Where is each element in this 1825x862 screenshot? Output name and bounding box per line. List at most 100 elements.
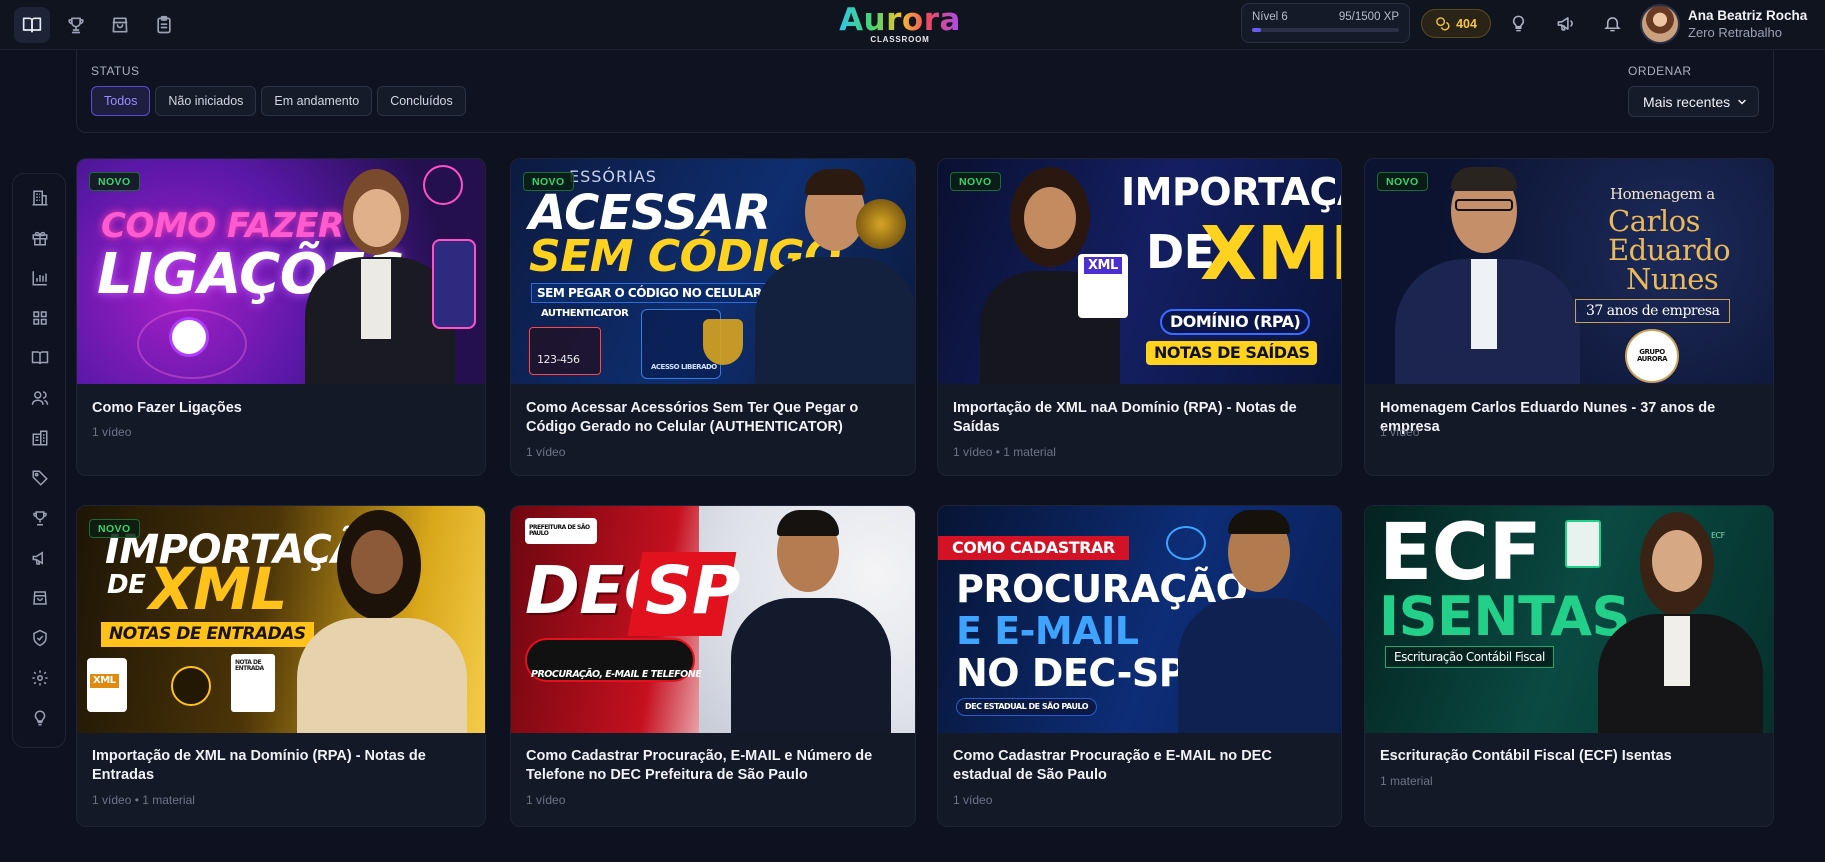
- thumb-text: DOMÍNIO (RPA): [1160, 309, 1311, 335]
- course-meta: 1 vídeo • 1 material: [953, 445, 1056, 459]
- course-card[interactable]: COMO FAZER LIGAÇÕES NOVO Como Fazer Liga…: [76, 158, 486, 476]
- thumb-text: AUTHENTICATOR: [541, 308, 629, 319]
- megaphone-icon[interactable]: [1553, 11, 1577, 35]
- course-thumbnail: PREFEITURA DE SÃO PAULO DEC SP PROCURAÇÃ…: [511, 506, 915, 733]
- thumb-text: DE: [107, 570, 146, 600]
- order-label: ORDENAR: [1628, 64, 1692, 78]
- xp-bar: [1252, 28, 1399, 32]
- xp-bar-fill: [1252, 28, 1262, 32]
- course-meta: 1 vídeo: [526, 793, 566, 807]
- header-actions: [1506, 11, 1624, 35]
- trophy-icon[interactable]: [58, 7, 94, 43]
- users-icon[interactable]: [30, 388, 50, 408]
- thumb-text: Nunes: [1626, 262, 1719, 296]
- course-thumbnail: COMO FAZER LIGAÇÕES: [77, 159, 485, 384]
- presenter-image: [277, 506, 477, 733]
- coins-value: 404: [1456, 16, 1477, 31]
- course-card[interactable]: COMO CADASTRAR PROCURAÇÃO E E-MAIL NO DE…: [937, 505, 1342, 827]
- top-nav: [14, 7, 182, 43]
- thumb-text: COMO CADASTRAR: [938, 536, 1129, 560]
- course-card[interactable]: PREFEITURA DE SÃO PAULO DEC SP PROCURAÇÃ…: [510, 505, 916, 827]
- shield-check-icon[interactable]: [30, 628, 50, 648]
- building-icon[interactable]: [30, 188, 50, 208]
- book-icon[interactable]: [14, 7, 50, 43]
- user-name: Ana Beatriz Rocha: [1688, 8, 1808, 23]
- thumb-text: PROCURAÇÃO, E-MAIL E TELEFONE: [531, 669, 702, 680]
- user-menu[interactable]: Ana Beatriz Rocha Zero Retrabalho: [1640, 4, 1807, 44]
- new-badge: NOVO: [89, 519, 140, 538]
- shopping-bag-icon[interactable]: [102, 7, 138, 43]
- clipboard-icon[interactable]: [146, 7, 182, 43]
- thumb-text: XML: [1084, 257, 1122, 274]
- presenter-image: [1580, 506, 1770, 733]
- course-title: Homenagem Carlos Eduardo Nunes - 37 anos…: [1380, 400, 1716, 435]
- avatar: [1640, 4, 1680, 44]
- coins-icon: [1436, 17, 1450, 31]
- thumb-text: NOTAS DE SAÍDAS: [1146, 341, 1318, 365]
- trophy-icon[interactable]: [30, 508, 50, 528]
- course-title: Como Cadastrar Procuração e E-MAIL no DE…: [953, 748, 1272, 783]
- thumb-text: E E-MAIL: [956, 609, 1139, 653]
- new-badge: NOVO: [1377, 172, 1428, 191]
- lightbulb-icon[interactable]: [1506, 11, 1530, 35]
- course-meta: 1 material: [1380, 774, 1433, 788]
- thumb-text: SEM PEGAR O CÓDIGO NO CELULAR: [531, 283, 768, 303]
- chip-em-andamento[interactable]: Em andamento: [261, 86, 373, 116]
- new-badge: NOVO: [523, 172, 574, 191]
- chevron-down-icon: [1738, 99, 1746, 105]
- new-badge: NOVO: [89, 172, 140, 191]
- lightbulb-icon[interactable]: [30, 708, 50, 728]
- presenter-image: [1385, 159, 1585, 384]
- course-card[interactable]: ECF ISENTAS Escrituração Contábil Fiscal…: [1364, 505, 1774, 827]
- building-alt-icon[interactable]: [30, 428, 50, 448]
- chip-nao-iniciados[interactable]: Não iniciados: [155, 86, 257, 116]
- course-thumbnail: COMO CADASTRAR PROCURAÇÃO E E-MAIL NO DE…: [938, 506, 1341, 733]
- course-thumbnail: ESSÓRIAS ACESSAR SEM CÓDIGO SEM PEGAR O …: [511, 159, 915, 384]
- thumb-text: 123-456: [537, 353, 580, 366]
- chip-todos[interactable]: Todos: [91, 86, 151, 116]
- thumb-text: Eduardo: [1608, 233, 1731, 267]
- chip-concluidos[interactable]: Concluídos: [377, 86, 466, 116]
- app-logo[interactable]: Aurora CLASSROOM: [838, 2, 962, 44]
- course-thumbnail: IMPORTAÇÃO DE XML NOTAS DE ENTRADAS XML …: [77, 506, 485, 733]
- course-card[interactable]: Homenagem a Carlos Eduardo Nunes 37 anos…: [1364, 158, 1774, 476]
- settings-icon[interactable]: [30, 668, 50, 688]
- thumb-text: XML: [90, 674, 119, 688]
- course-title: Escrituração Contábil Fiscal (ECF) Isent…: [1380, 748, 1672, 764]
- course-meta: 1 vídeo: [526, 445, 566, 459]
- seal-logo: GRUPO AURORA: [1625, 329, 1679, 383]
- megaphone-icon[interactable]: [30, 548, 50, 568]
- thumb-text: DEC ESTADUAL DE SÃO PAULO: [956, 698, 1098, 716]
- bell-icon[interactable]: [1600, 11, 1624, 35]
- course-card[interactable]: XML IMPORTAÇÃO DE XML DOMÍNIO (RPA) NOTA…: [937, 158, 1342, 476]
- coins-badge[interactable]: 404: [1421, 9, 1491, 38]
- thumb-text: XML: [149, 555, 287, 623]
- order-select[interactable]: Mais recentes: [1628, 86, 1759, 117]
- logo-text: Aurora: [839, 2, 961, 38]
- thumb-text: ESSÓRIAS: [569, 167, 657, 186]
- course-title: Importação de XML naA Domínio (RPA) - No…: [953, 400, 1297, 435]
- level-progress[interactable]: Nível 6 95/1500 XP: [1241, 3, 1410, 43]
- thumb-text: ACESSAR: [529, 185, 771, 241]
- thumb-text: NOTA DE ENTRADA: [235, 659, 264, 672]
- thumb-text: XML: [1200, 211, 1341, 297]
- course-thumbnail: Homenagem a Carlos Eduardo Nunes 37 anos…: [1365, 159, 1773, 384]
- tag-icon[interactable]: [30, 468, 50, 488]
- bar-chart-icon[interactable]: [30, 268, 50, 288]
- filter-panel: STATUS Todos Não iniciados Em andamento …: [76, 50, 1774, 133]
- status-filter-chips: Todos Não iniciados Em andamento Concluí…: [91, 86, 466, 116]
- shopping-bag-icon[interactable]: [30, 588, 50, 608]
- thumb-text: ECF: [1379, 508, 1542, 598]
- presenter-image: [721, 506, 901, 733]
- user-subtitle: Zero Retrabalho: [1688, 25, 1782, 40]
- course-meta: 1 vídeo: [953, 793, 993, 807]
- book-icon[interactable]: [30, 348, 50, 368]
- gift-icon[interactable]: [30, 228, 50, 248]
- thumb-text: Carlos: [1608, 204, 1700, 238]
- order-value: Mais recentes: [1643, 93, 1731, 110]
- course-meta: 1 vídeo: [92, 425, 132, 439]
- course-card[interactable]: ESSÓRIAS ACESSAR SEM CÓDIGO SEM PEGAR O …: [510, 158, 916, 476]
- grid-icon[interactable]: [30, 308, 50, 328]
- course-card[interactable]: IMPORTAÇÃO DE XML NOTAS DE ENTRADAS XML …: [76, 505, 486, 827]
- thumb-text: Homenagem a: [1610, 185, 1715, 203]
